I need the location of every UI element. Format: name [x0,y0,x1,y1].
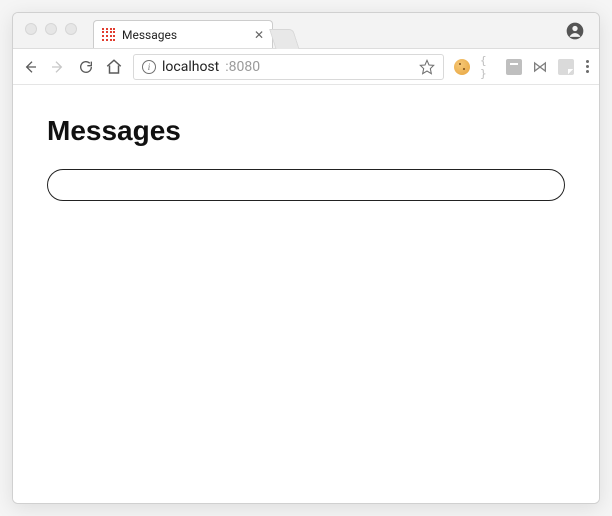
star-icon [419,59,435,75]
cookie-ext-icon[interactable] [454,59,470,75]
kebab-menu-icon[interactable] [584,60,591,73]
close-window-icon[interactable] [25,23,37,35]
page-title: Messages [47,115,565,147]
arrow-right-icon [50,59,66,75]
square-ext-icon[interactable] [506,59,522,75]
arrow-left-icon [22,59,38,75]
forward-button[interactable] [49,58,67,76]
titlebar: Messages ✕ [13,13,599,49]
url-host: localhost [162,59,219,75]
bowtie-ext-icon[interactable] [532,59,548,75]
new-tab-button[interactable] [269,29,299,49]
reload-icon [78,59,94,75]
close-icon[interactable]: ✕ [254,29,264,41]
tabstrip: Messages ✕ [93,13,296,48]
note-ext-icon[interactable] [558,59,574,75]
address-bar[interactable]: i localhost :8080 [133,54,444,80]
braces-ext-icon[interactable]: { } [480,59,496,75]
extension-icons: { } [454,59,574,75]
home-button[interactable] [105,58,123,76]
window-controls [25,23,77,35]
reload-button[interactable] [77,58,95,76]
maximize-window-icon[interactable] [65,23,77,35]
toolbar: i localhost :8080 { } [13,49,599,85]
minimize-window-icon[interactable] [45,23,57,35]
message-input[interactable] [47,169,565,201]
tab-title: Messages [122,28,177,42]
home-icon [105,58,123,76]
info-icon[interactable]: i [142,60,156,74]
page-content: Messages [13,85,599,503]
url-port: :8080 [225,59,260,75]
grid-red-icon [102,28,116,42]
browser-window: Messages ✕ i localhost:808 [12,12,600,504]
back-button[interactable] [21,58,39,76]
bookmark-button[interactable] [419,59,435,75]
tab-messages[interactable]: Messages ✕ [93,20,273,48]
profile-icon[interactable] [565,21,585,41]
